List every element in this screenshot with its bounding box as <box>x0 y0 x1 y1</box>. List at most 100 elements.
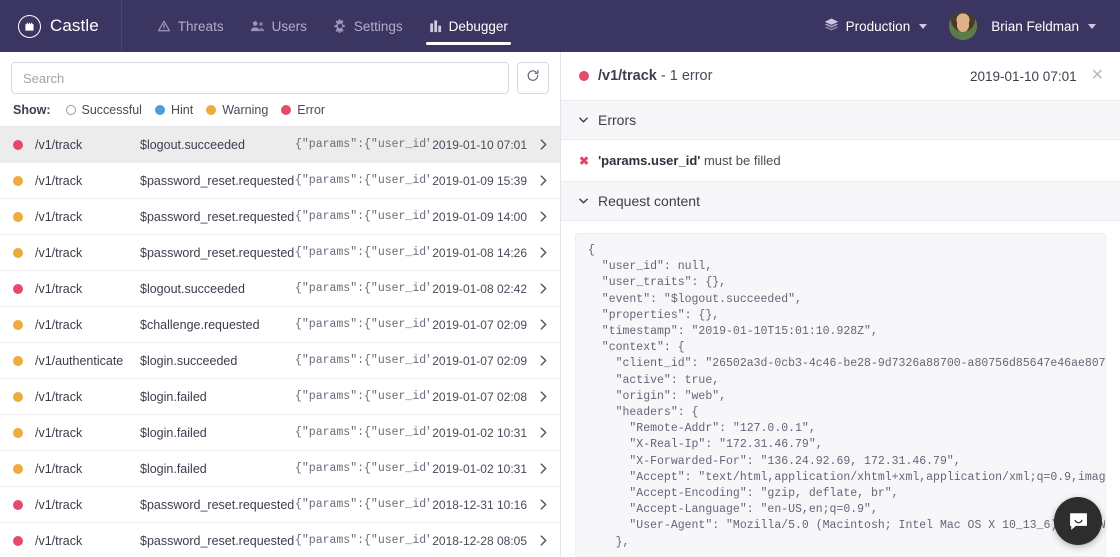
row-timestamp: 2019-01-09 15:39 <box>432 173 527 188</box>
row-params-preview: {"params":{"user_id":_ <box>295 282 430 295</box>
chevron-right-icon[interactable] <box>537 283 549 294</box>
filter-label-successful: Successful <box>81 103 142 117</box>
chevron-right-icon[interactable] <box>537 139 549 150</box>
row-timestamp: 2019-01-07 02:09 <box>432 317 527 332</box>
row-status-icon <box>13 211 35 222</box>
chevron-right-icon[interactable] <box>537 535 549 546</box>
detail-timestamp: 2019-01-10 07:01 <box>970 68 1077 84</box>
error-status-icon <box>281 105 292 115</box>
row-endpoint: /v1/authenticate <box>35 353 124 368</box>
nav-item-threats[interactable]: Threats <box>144 0 237 52</box>
table-row[interactable]: /v1/track $login.failed {"params":{"user_i… <box>0 415 560 451</box>
nav-label-threats: Threats <box>177 18 224 34</box>
table-row[interactable]: /v1/track $logout.succeeded {"params":{"us… <box>0 127 560 163</box>
layers-icon <box>824 18 839 34</box>
filter-label-warning: Warning <box>222 103 269 117</box>
row-event: $login.failed <box>140 461 207 476</box>
row-status-icon <box>13 499 35 510</box>
search-input[interactable] <box>11 62 509 94</box>
errors-section-header[interactable]: Errors <box>561 101 1120 140</box>
chevron-right-icon[interactable] <box>537 247 549 258</box>
row-params-preview: {"params":{"user_id":_ <box>295 390 430 403</box>
user-menu[interactable]: Brian Feldman <box>983 13 1104 40</box>
request-detail-pane: /v1/track - 1 error 2019-01-10 07:01 ✕ E… <box>561 52 1120 557</box>
error-message: must be filled <box>700 153 781 168</box>
chevron-right-icon[interactable] <box>537 427 549 438</box>
row-endpoint: /v1/track <box>35 245 83 260</box>
nav-label-settings: Settings <box>353 18 403 34</box>
filter-error[interactable]: Error <box>281 103 325 117</box>
row-status-icon <box>13 463 35 474</box>
row-timestamp: 2019-01-08 02:42 <box>432 281 527 296</box>
chevron-right-icon[interactable] <box>537 499 549 510</box>
errors-section-title: Errors <box>598 112 637 128</box>
request-json-box[interactable]: { "user_id": null, "user_traits": {}, "e… <box>575 233 1106 557</box>
row-params-preview: {"params":{"user_id":_ <box>295 318 430 331</box>
table-row[interactable]: /v1/authenticate $login.succeeded {"params… <box>0 343 560 379</box>
refresh-button[interactable] <box>517 62 549 94</box>
row-event: $challenge.requested <box>140 317 260 332</box>
row-status-icon <box>13 319 35 330</box>
nav-label-debugger: Debugger <box>448 18 508 34</box>
row-params-preview: {"params":{"user_id":_ <box>295 426 430 439</box>
refresh-icon <box>526 69 540 88</box>
chevron-right-icon[interactable] <box>537 391 549 402</box>
table-row[interactable]: /v1/track $password_reset.requested {"para… <box>0 199 560 235</box>
row-endpoint: /v1/track <box>35 281 83 296</box>
row-timestamp: 2019-01-07 02:09 <box>432 353 527 368</box>
row-event: $logout.succeeded <box>140 281 245 296</box>
environment-selector[interactable]: Production <box>816 12 936 40</box>
row-endpoint: /v1/track <box>35 137 83 152</box>
row-endpoint: /v1/track <box>35 497 83 512</box>
row-params-preview: {"params":{"user_id":_ <box>295 174 430 187</box>
nav-item-debugger[interactable]: Debugger <box>416 0 521 52</box>
table-row[interactable]: /v1/track $password_reset.requested {"para… <box>0 487 560 523</box>
row-status-icon <box>13 139 35 150</box>
request-content-section-header[interactable]: Request content <box>561 182 1120 221</box>
table-row[interactable]: /v1/track $login.failed {"params":{"user_i… <box>0 451 560 487</box>
chat-bubble-icon[interactable] <box>1054 497 1102 545</box>
chevron-right-icon[interactable] <box>537 355 549 366</box>
request-log-pane: Show: Successful Hint Warning Error /v1/… <box>0 52 561 557</box>
row-endpoint: /v1/track <box>35 173 83 188</box>
row-endpoint: /v1/track <box>35 209 83 224</box>
chevron-right-icon[interactable] <box>537 211 549 222</box>
row-event: $password_reset.requested <box>140 173 295 188</box>
filter-hint[interactable]: Hint <box>154 103 193 117</box>
filter-successful[interactable]: Successful <box>65 103 142 117</box>
table-row[interactable]: /v1/track $logout.succeeded {"params":{"us… <box>0 271 560 307</box>
hint-status-icon <box>154 105 165 115</box>
table-row[interactable]: /v1/track $challenge.requested {"params":{… <box>0 307 560 343</box>
request-log-list[interactable]: /v1/track $logout.succeeded {"params":{"us… <box>0 126 560 557</box>
chevron-down-icon <box>579 116 588 125</box>
error-x-icon: ✖ <box>579 153 590 168</box>
table-row[interactable]: /v1/track $login.failed {"params":{"user_i… <box>0 379 560 415</box>
table-row[interactable]: /v1/track $password_reset.requested {"para… <box>0 163 560 199</box>
row-status-icon <box>13 175 35 186</box>
row-event: $login.failed <box>140 425 207 440</box>
avatar[interactable] <box>949 12 978 40</box>
detail-summary: - 1 error <box>656 68 713 84</box>
row-params-preview: {"params":{"user_id":_ <box>295 462 430 475</box>
filter-warning[interactable]: Warning <box>206 103 268 117</box>
warning-triangle-icon <box>157 19 171 33</box>
user-name-label: Brian Feldman <box>991 18 1079 34</box>
nav-item-users[interactable]: Users <box>237 0 320 52</box>
table-row[interactable]: /v1/track $password_reset.requested {"para… <box>0 235 560 271</box>
status-filter-legend: Show: Successful Hint Warning Error <box>0 94 560 126</box>
table-row[interactable]: /v1/track $password_reset.requested {"para… <box>0 523 560 557</box>
detail-status-icon <box>579 71 589 81</box>
nav-item-settings[interactable]: Settings <box>320 0 416 52</box>
row-endpoint: /v1/track <box>35 389 83 404</box>
nav-label-users: Users <box>271 18 307 34</box>
close-icon[interactable]: ✕ <box>1091 68 1104 84</box>
error-text: 'params.user_id' must be filled <box>598 153 781 168</box>
brand-logo[interactable]: Castle <box>0 0 122 52</box>
page-body: Show: Successful Hint Warning Error /v1/… <box>0 52 1120 557</box>
chevron-right-icon[interactable] <box>537 175 549 186</box>
castle-tower-icon <box>18 14 41 38</box>
chevron-right-icon[interactable] <box>537 319 549 330</box>
chevron-right-icon[interactable] <box>537 463 549 474</box>
row-endpoint: /v1/track <box>35 425 83 440</box>
row-endpoint: /v1/track <box>35 533 83 548</box>
